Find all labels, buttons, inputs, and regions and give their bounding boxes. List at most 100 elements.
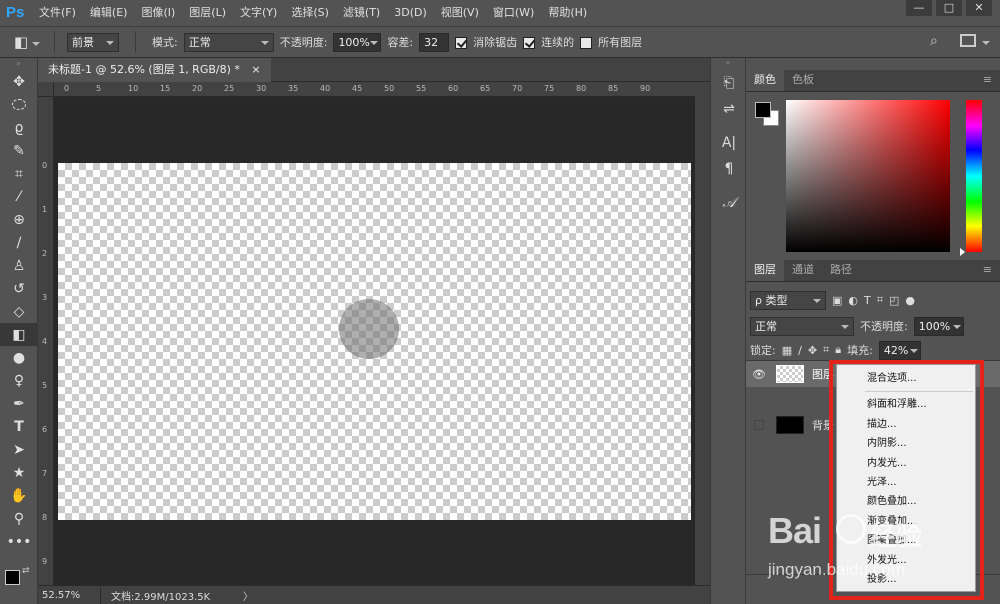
close-window-button[interactable]: ✕ — [966, 0, 992, 16]
opacity-label: 不透明度: — [279, 36, 328, 49]
visibility-off-icon[interactable] — [754, 420, 764, 430]
character-panel-icon[interactable]: A| — [711, 130, 747, 156]
ruler-h-label: 65 — [480, 84, 491, 93]
search-icon[interactable]: ⌕ — [930, 33, 938, 49]
menu-item-5[interactable]: 选择(S) — [284, 0, 336, 26]
ruler-h-label: 85 — [608, 84, 619, 93]
quick-selection-tool-icon[interactable]: ✎ — [0, 139, 38, 162]
lock-position-icon[interactable]: ✥ — [808, 344, 817, 357]
hand-tool-icon[interactable]: ✋ — [0, 484, 38, 507]
tab-paths[interactable]: 路径 — [822, 259, 860, 281]
menu-item-3[interactable]: 图层(L) — [182, 0, 233, 26]
menu-item-6[interactable]: 滤镜(T) — [336, 0, 387, 26]
menu-item-9[interactable]: 窗口(W) — [486, 0, 541, 26]
menu-item-7[interactable]: 3D(D) — [387, 0, 434, 26]
blur-tool-icon[interactable]: ● — [0, 346, 38, 369]
workspace-icon[interactable] — [960, 34, 976, 47]
fill-field[interactable]: 42% — [878, 340, 921, 360]
dock-collapse-icon[interactable]: « — [711, 58, 745, 70]
brush-tool-icon[interactable]: ∕ — [0, 231, 38, 254]
contiguous-checkbox[interactable] — [523, 37, 536, 49]
ruler-h-label: 30 — [256, 84, 267, 93]
document-tab[interactable]: 未标题-1 @ 52.6% (图层 1, RGB/8) * × — [38, 58, 271, 82]
layers-panel-menu-icon[interactable]: ≡ — [975, 259, 1000, 281]
more-tools-icon[interactable]: ••• — [0, 530, 38, 553]
mode-select[interactable]: 正常 — [183, 32, 274, 52]
properties-panel-icon[interactable]: ⇌ — [711, 96, 747, 122]
shape-tool-icon[interactable]: ★ — [0, 461, 38, 484]
swap-colors-icon[interactable]: ⇄ — [22, 566, 30, 576]
move-tool-icon[interactable]: ✥ — [0, 70, 38, 93]
hue-slider[interactable] — [966, 100, 982, 252]
zoom-level[interactable]: 52.57% — [38, 590, 100, 601]
menu-item-4[interactable]: 文字(Y) — [233, 0, 284, 26]
filter-toggle-icon[interactable]: ● — [905, 294, 915, 307]
color-panel-menu-icon[interactable]: ≡ — [975, 69, 1000, 91]
minimize-button[interactable]: — — [906, 0, 932, 16]
fill-source-select[interactable]: 前景 — [67, 32, 119, 52]
opacity-field[interactable]: 100% — [333, 32, 382, 52]
layer-filter-select[interactable]: ρ 类型 — [750, 290, 826, 310]
history-panel-icon[interactable]: ⎗ — [711, 70, 747, 96]
menu-item-2[interactable]: 图像(I) — [134, 0, 182, 26]
paint-bucket-tool-icon[interactable]: ◧ — [0, 323, 38, 346]
history-brush-tool-icon[interactable]: ↺ — [0, 277, 38, 300]
fg-bg-swatches[interactable]: ⇄ — [5, 566, 35, 600]
eraser-tool-icon[interactable]: ◇ — [0, 300, 38, 323]
status-bar: 52.57% 文档:2.99M/1023.5K 〉 — [38, 585, 710, 604]
paint-bucket-tool-preset-icon[interactable]: ◧ — [14, 33, 42, 51]
visibility-eye-icon[interactable]: 👁︎ — [746, 368, 772, 381]
menu-item-8[interactable]: 视图(V) — [434, 0, 486, 26]
pen-tool-icon[interactable]: ✒ — [0, 392, 38, 415]
marquee-tool-icon[interactable] — [0, 93, 38, 116]
lasso-tool-icon[interactable]: ϱ — [0, 116, 38, 139]
blend-mode-select[interactable]: 正常 — [750, 316, 854, 336]
tab-channels[interactable]: 通道 — [784, 259, 822, 281]
options-bar: ◧ 前景 模式: 正常 不透明度: 100% 容差: 32 消除锯齿 连续的 所… — [0, 26, 1000, 58]
tolerance-field[interactable]: 32 — [419, 32, 450, 52]
type-tool-icon[interactable]: T — [0, 415, 38, 438]
antialias-label: 消除锯齿 — [473, 36, 518, 49]
dodge-tool-icon[interactable]: ♀ — [0, 369, 38, 392]
stamp-tool-icon[interactable]: ♙ — [0, 254, 38, 277]
ruler-h-label: 40 — [320, 84, 331, 93]
menu-item-1[interactable]: 编辑(E) — [83, 0, 135, 26]
filter-type-icon[interactable]: T — [864, 294, 871, 307]
eyedropper-tool-icon[interactable]: ⁄ — [0, 185, 38, 208]
tab-swatches[interactable]: 色板 — [784, 69, 822, 91]
zoom-tool-icon[interactable]: ⚲ — [0, 507, 38, 530]
tab-layers[interactable]: 图层 — [746, 259, 784, 281]
antialias-checkbox[interactable] — [455, 37, 468, 49]
status-menu-arrow[interactable]: 〉 — [243, 588, 253, 603]
filter-smart-object-icon[interactable]: ◰ — [889, 294, 899, 307]
filter-shape-icon[interactable]: ⌗ — [877, 293, 883, 307]
lock-pixels-icon[interactable]: ∕ — [798, 344, 802, 357]
ruler-h-label: 0 — [64, 84, 70, 93]
healing-brush-tool-icon[interactable]: ⊕ — [0, 208, 38, 231]
tab-color[interactable]: 颜色 — [746, 69, 784, 91]
close-document-icon[interactable]: × — [251, 63, 260, 76]
hue-slider-handle[interactable] — [960, 248, 965, 256]
filter-pixel-icon[interactable]: ▣ — [832, 294, 842, 307]
toolbox-collapse-icon[interactable]: » — [0, 58, 37, 70]
maximize-button[interactable]: □ — [936, 0, 962, 16]
menu-item-0[interactable]: 文件(F) — [32, 0, 83, 26]
crop-tool-icon[interactable]: ⌗ — [0, 162, 38, 185]
glyphs-panel-icon[interactable]: 𝒜 — [711, 190, 747, 216]
lock-all-icon[interactable]: 🔒︎ — [835, 343, 841, 357]
path-selection-tool-icon[interactable]: ➤ — [0, 438, 38, 461]
filter-adjustment-icon[interactable]: ◐ — [848, 294, 858, 307]
lock-artboard-icon[interactable]: ⌗ — [823, 343, 829, 357]
mode-label: 模式: — [152, 36, 178, 49]
layer-opacity-field[interactable]: 100% — [913, 316, 964, 336]
layer-thumbnail — [776, 365, 804, 383]
all-layers-checkbox[interactable] — [580, 37, 593, 49]
vertical-scrollbar[interactable] — [695, 82, 710, 585]
ruler-origin[interactable] — [38, 82, 54, 97]
lock-transparency-icon[interactable]: ▦ — [782, 344, 792, 357]
paragraph-panel-icon[interactable]: ¶ — [711, 156, 747, 182]
color-panel-foreground-swatch[interactable] — [755, 102, 771, 118]
foreground-color-swatch[interactable] — [5, 570, 20, 585]
color-picker-field[interactable] — [786, 100, 950, 252]
menu-item-10[interactable]: 帮助(H) — [541, 0, 594, 26]
